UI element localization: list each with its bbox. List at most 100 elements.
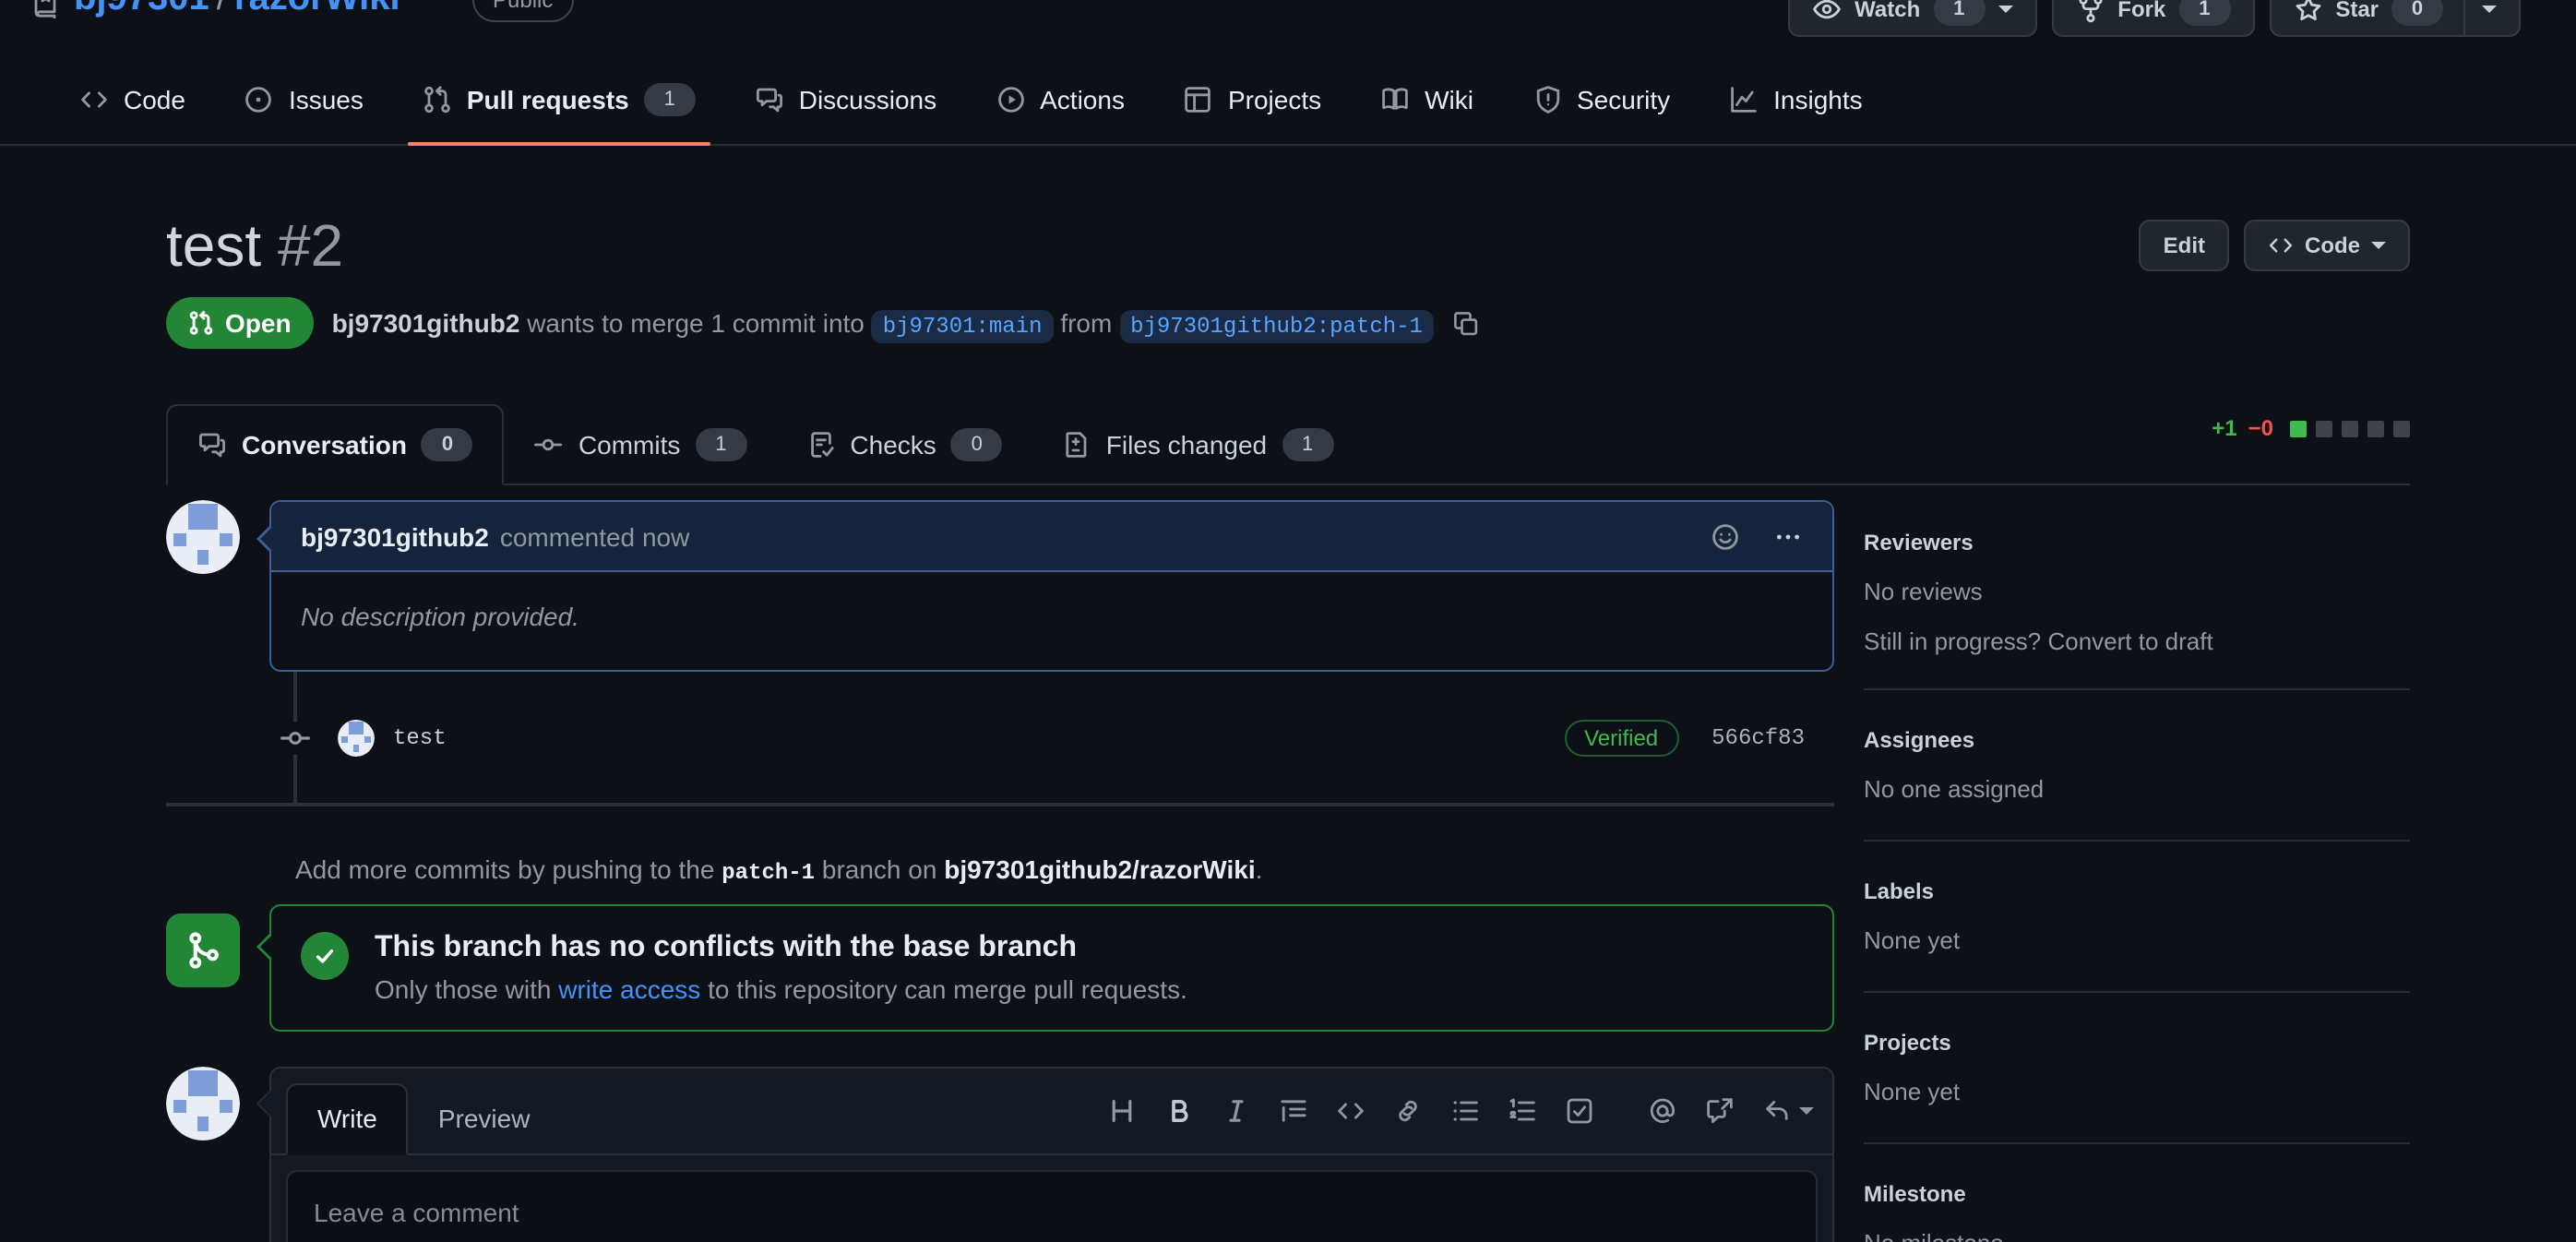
issue-opened-icon xyxy=(244,85,274,114)
base-branch-label[interactable]: bj97301:main xyxy=(872,309,1054,342)
sidebar-section-title: Labels xyxy=(1864,878,2410,904)
comment-input[interactable] xyxy=(286,1170,1818,1242)
nav-tab-projects[interactable]: Projects xyxy=(1154,55,1351,144)
still-in-progress-text: Still in progress? xyxy=(1864,627,2041,655)
kebab-menu-icon[interactable] xyxy=(1773,521,1803,551)
pr-title-text: test xyxy=(166,212,261,279)
tab-write[interactable]: Write xyxy=(286,1083,409,1155)
nav-tab-label: Discussions xyxy=(799,85,936,114)
star-icon xyxy=(2293,0,2322,24)
repo-icon xyxy=(31,0,61,18)
quote-icon[interactable] xyxy=(1279,1095,1308,1125)
github-pull-request-page: bj97301/razorWiki Public Watch 1 Fork 1 … xyxy=(0,0,2576,1242)
git-pull-request-icon xyxy=(188,310,214,336)
visibility-badge: Public xyxy=(472,0,573,22)
pr-sidebar: Reviewers No reviews Still in progress? … xyxy=(1864,500,2410,1242)
cross-reference-icon[interactable] xyxy=(1705,1095,1735,1125)
push-hint: Add more commits by pushing to the patch… xyxy=(295,854,1834,886)
checks-count: 0 xyxy=(951,428,1003,461)
diffstat-block xyxy=(2316,420,2332,436)
composer-arrow xyxy=(258,1089,273,1118)
commit-message-link[interactable]: test xyxy=(393,724,447,750)
sidebar-section-milestone[interactable]: Milestone No milestone xyxy=(1864,1144,2410,1242)
italic-icon[interactable] xyxy=(1222,1095,1251,1125)
saved-replies-button[interactable] xyxy=(1762,1095,1814,1125)
fork-button[interactable]: Fork 1 xyxy=(2051,0,2254,37)
repo-owner-link[interactable]: bj97301 xyxy=(74,0,209,18)
tab-label: Conversation xyxy=(242,430,407,460)
star-button[interactable]: Star 0 xyxy=(2269,0,2521,37)
git-merge-icon xyxy=(166,914,240,987)
nav-tab-wiki[interactable]: Wiki xyxy=(1351,55,1503,144)
nav-tab-discussions[interactable]: Discussions xyxy=(725,55,966,144)
link-icon[interactable] xyxy=(1393,1095,1423,1125)
tab-checks[interactable]: Checks 0 xyxy=(776,406,1032,484)
nav-tab-security[interactable]: Security xyxy=(1503,55,1699,144)
commit-timeline: test Verified 566cf83 xyxy=(166,672,1834,803)
check-icon xyxy=(301,932,349,980)
code-icon xyxy=(79,85,109,114)
tab-commits[interactable]: Commits 1 xyxy=(505,406,776,484)
nav-tab-pull-requests[interactable]: Pull requests 1 xyxy=(393,55,725,144)
caret-down-icon[interactable] xyxy=(2482,6,2497,13)
sidebar-section-value: No one assigned xyxy=(1864,775,2410,803)
head-branch-label[interactable]: bj97301github2:patch-1 xyxy=(1119,309,1434,342)
tab-preview[interactable]: Preview xyxy=(409,1085,560,1153)
fork-label: Fork xyxy=(2117,0,2165,22)
copy-icon[interactable] xyxy=(1452,309,1480,337)
pr-header-actions: Edit Code xyxy=(2140,220,2410,271)
verified-badge[interactable]: Verified xyxy=(1564,719,1678,756)
nav-tab-issues[interactable]: Issues xyxy=(215,55,393,144)
nav-tab-label: Security xyxy=(1577,85,1670,114)
tab-label: Commits xyxy=(578,430,680,460)
comment-meta: commented now xyxy=(500,521,689,551)
nav-tab-label: Pull requests xyxy=(467,85,629,114)
write-access-link[interactable]: write access xyxy=(558,974,700,1004)
sidebar-section-labels[interactable]: Labels None yet xyxy=(1864,842,2410,993)
code-dropdown-button[interactable]: Code xyxy=(2244,220,2410,271)
commits-count: 1 xyxy=(695,428,746,461)
sidebar-section-assignees[interactable]: Assignees No one assigned xyxy=(1864,690,2410,842)
tab-files-changed[interactable]: Files changed 1 xyxy=(1032,406,1363,484)
tab-conversation[interactable]: Conversation 0 xyxy=(166,404,505,485)
bold-icon[interactable] xyxy=(1164,1095,1194,1125)
heading-icon[interactable] xyxy=(1107,1095,1137,1125)
merge-status-title: This branch has no conflicts with the ba… xyxy=(375,932,1187,965)
list-unordered-icon[interactable] xyxy=(1450,1095,1480,1125)
pr-author[interactable]: bj97301github2 xyxy=(332,307,520,337)
caret-down-icon xyxy=(1998,6,2012,13)
push-hint-text: branch on xyxy=(822,854,937,884)
code-icon xyxy=(2268,233,2294,258)
nav-tab-insights[interactable]: Insights xyxy=(1699,55,1892,144)
diffstat-block xyxy=(2367,420,2384,436)
edit-button[interactable]: Edit xyxy=(2140,220,2229,271)
pr-tab-bar: Conversation 0 Commits 1 Checks 0 Files … xyxy=(166,397,2410,485)
convert-to-draft-link[interactable]: Convert to draft xyxy=(2047,627,2212,655)
merge-description: bj97301github2 wants to merge 1 commit i… xyxy=(332,307,1480,339)
avatar[interactable] xyxy=(166,500,240,574)
tasklist-icon[interactable] xyxy=(1565,1095,1594,1125)
commit-row: test Verified 566cf83 xyxy=(166,719,1834,756)
watch-count: 1 xyxy=(1933,0,1985,26)
sidebar-section-reviewers[interactable]: Reviewers No reviews Still in progress? … xyxy=(1864,500,2410,690)
nav-tab-actions[interactable]: Actions xyxy=(966,55,1154,144)
comment-timestamp[interactable]: now xyxy=(642,521,689,551)
reply-icon xyxy=(1762,1095,1792,1125)
play-icon xyxy=(996,85,1025,114)
comment-author[interactable]: bj97301github2 xyxy=(301,521,489,551)
markdown-toolbar xyxy=(1107,1069,1814,1152)
mention-icon[interactable] xyxy=(1648,1095,1677,1125)
breadcrumb-separator: / xyxy=(209,0,234,18)
avatar[interactable] xyxy=(338,719,375,756)
smiley-icon[interactable] xyxy=(1711,521,1740,551)
sidebar-section-projects[interactable]: Projects None yet xyxy=(1864,993,2410,1144)
list-ordered-icon[interactable] xyxy=(1508,1095,1537,1125)
commit-sha-link[interactable]: 566cf83 xyxy=(1711,724,1805,750)
sidebar-section-value: No reviews xyxy=(1864,578,2410,605)
repo-name-link[interactable]: razorWiki xyxy=(234,0,400,18)
fork-icon xyxy=(2075,0,2105,24)
code-icon[interactable] xyxy=(1336,1095,1366,1125)
tab-label: Files changed xyxy=(1106,430,1267,460)
nav-tab-code[interactable]: Code xyxy=(50,55,215,144)
watch-button[interactable]: Watch 1 xyxy=(1788,0,2036,37)
